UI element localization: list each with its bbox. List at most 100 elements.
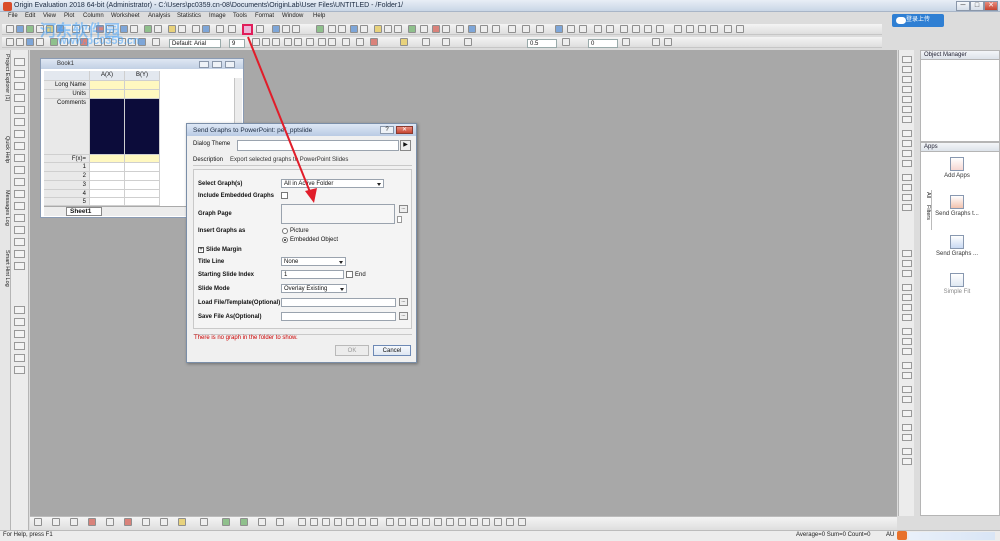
zoom-tool-icon[interactable] <box>14 70 25 78</box>
row-header-2[interactable]: 2 <box>44 172 90 181</box>
send-graphs-to-powerpoint-button[interactable] <box>242 24 253 35</box>
ime-logo-icon[interactable] <box>897 531 907 540</box>
minimize-button[interactable]: ─ <box>956 1 970 11</box>
double-y-icon[interactable] <box>346 518 354 526</box>
graph-page-spin[interactable] <box>397 216 402 223</box>
new-project-icon[interactable] <box>6 25 14 33</box>
scale-bar-icon[interactable] <box>902 96 912 103</box>
rotate-left-icon[interactable] <box>620 25 628 33</box>
back-icon[interactable] <box>710 25 718 33</box>
line-symbol-graph-icon[interactable] <box>70 518 78 526</box>
flip-h-icon[interactable] <box>902 458 912 465</box>
zoom-graph-icon[interactable] <box>482 518 490 526</box>
app-send-graphs-ppt[interactable]: Send Graphs t... <box>933 195 981 218</box>
subscript-icon[interactable] <box>294 38 302 46</box>
pan-icon[interactable] <box>16 38 24 46</box>
slide-mode-dropdown[interactable]: Overlay Existing <box>281 284 347 293</box>
sort-icon[interactable] <box>902 284 912 291</box>
line-tool-2-icon[interactable] <box>14 190 25 198</box>
polyline-tool-icon[interactable] <box>14 238 25 246</box>
maximize-button[interactable]: □ <box>970 1 984 11</box>
slide-margin-expand-icon[interactable]: + <box>198 247 204 253</box>
line-tool-icon[interactable] <box>492 25 500 33</box>
menu-tools[interactable]: Tools <box>233 13 247 19</box>
backward-icon[interactable] <box>686 25 694 33</box>
menu-edit[interactable]: Edit <box>25 13 35 19</box>
y-axis-icon[interactable] <box>567 25 575 33</box>
row-header-fx[interactable]: F(x)= <box>44 155 90 163</box>
data-cell[interactable] <box>90 172 125 181</box>
worksheet-corner[interactable] <box>44 71 90 81</box>
font-shrink-icon[interactable] <box>328 38 336 46</box>
undo-icon[interactable] <box>152 38 160 46</box>
font-size-combo[interactable]: 9 <box>229 39 245 48</box>
pointer-icon[interactable] <box>26 38 34 46</box>
italic-icon[interactable] <box>262 38 270 46</box>
screen-reader-icon[interactable] <box>420 25 428 33</box>
fit-icon[interactable] <box>316 25 324 33</box>
add-graph-icon[interactable] <box>282 25 290 33</box>
pie-graph-icon[interactable] <box>160 518 168 526</box>
merge-graph-icon[interactable] <box>310 518 318 526</box>
row-header-comments[interactable]: Comments <box>44 99 90 155</box>
add-text-icon[interactable] <box>272 25 280 33</box>
zoom-in-icon[interactable] <box>328 25 336 33</box>
menu-format[interactable]: Format <box>255 13 274 19</box>
text-tool-2-icon[interactable] <box>14 154 25 162</box>
greek-icon[interactable] <box>306 38 314 46</box>
broken-axis-icon[interactable] <box>494 518 502 526</box>
layer-up-icon[interactable] <box>594 25 602 33</box>
fill-row-icon[interactable] <box>902 328 912 335</box>
starting-index-input[interactable]: 1 <box>281 270 344 279</box>
region-icon[interactable] <box>442 25 450 33</box>
add-table-icon[interactable] <box>292 25 300 33</box>
load-file-input[interactable] <box>281 298 396 307</box>
scatter-graph-icon[interactable] <box>52 518 60 526</box>
tab-smart-hint-log[interactable]: Smart Hint Log <box>1 250 10 287</box>
results-log-icon[interactable] <box>154 25 162 33</box>
z-axis-icon[interactable] <box>579 25 587 33</box>
color-map-icon[interactable] <box>518 518 526 526</box>
multi-panel-icon[interactable] <box>322 518 330 526</box>
bold-x-icon[interactable] <box>508 25 516 33</box>
font-name-combo[interactable]: Default: Arial <box>169 39 221 48</box>
curved-arrow-icon[interactable] <box>480 25 488 33</box>
duplicate-icon[interactable] <box>120 25 128 33</box>
select-graphs-dropdown[interactable]: All in Active Folder <box>281 179 384 188</box>
color-scale-icon[interactable] <box>902 106 912 113</box>
rectangle-tool-icon[interactable] <box>14 202 25 210</box>
command-window-icon[interactable] <box>178 25 186 33</box>
draw-data-icon[interactable] <box>456 25 464 33</box>
line-width-combo[interactable]: 0.5 <box>527 39 557 48</box>
word-export-icon[interactable] <box>256 25 264 33</box>
units-cell-a[interactable] <box>90 90 125 99</box>
fx-cell-b[interactable] <box>125 155 160 163</box>
front-icon[interactable] <box>698 25 706 33</box>
code-builder-icon[interactable] <box>168 25 176 33</box>
app-add-apps[interactable]: Add Apps <box>933 157 981 180</box>
row-header-long-name[interactable]: Long Name <box>44 81 90 90</box>
menu-window[interactable]: Window <box>282 13 303 19</box>
fill-color-icon[interactable] <box>400 38 408 46</box>
freehand-tool-icon[interactable] <box>14 250 25 258</box>
data-selector-tool-icon[interactable] <box>14 118 25 126</box>
insert-as-embedded-radio[interactable] <box>282 237 288 243</box>
pattern-fill-icon[interactable] <box>562 38 570 46</box>
row-header-1[interactable]: 1 <box>44 163 90 172</box>
superscript-icon[interactable] <box>284 38 292 46</box>
layer-icon[interactable] <box>144 25 152 33</box>
link-layer-icon[interactable] <box>902 160 912 167</box>
data-reader-tool-icon[interactable] <box>14 106 25 114</box>
sheet-tab[interactable]: Sheet1 <box>66 207 102 216</box>
data-cell[interactable] <box>125 163 160 172</box>
fx-cell-a[interactable] <box>90 155 125 163</box>
align-left-icon[interactable] <box>724 25 732 33</box>
wind-rose-icon[interactable] <box>458 518 466 526</box>
data-cell[interactable] <box>90 198 125 206</box>
ternary-icon[interactable] <box>276 518 284 526</box>
3d-scatter-icon[interactable] <box>240 518 248 526</box>
insert-layer-icon[interactable] <box>14 366 25 374</box>
polygon-tool-icon[interactable] <box>14 226 25 234</box>
masking-icon[interactable] <box>902 362 912 369</box>
workbook-restore-icon[interactable] <box>212 61 222 68</box>
